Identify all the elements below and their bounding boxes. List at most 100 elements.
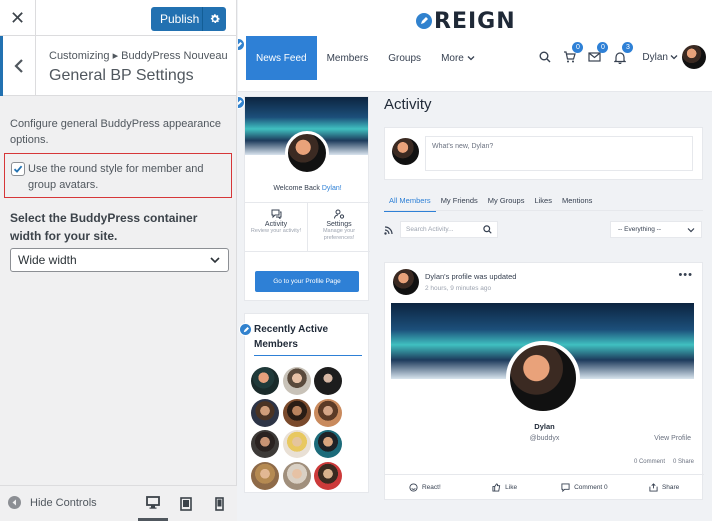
member-avatar[interactable] (282, 461, 311, 490)
breadcrumb-section: BuddyPress Nouveau (121, 50, 228, 62)
tablet-preview-button[interactable] (171, 486, 201, 521)
member-avatar[interactable] (282, 367, 311, 395)
member-avatar[interactable] (251, 461, 279, 490)
activity-item: Dylan's profile was updated 2 hours, 9 m… (384, 262, 704, 500)
desktop-preview-button[interactable] (138, 486, 168, 521)
member-avatar[interactable] (282, 430, 311, 458)
mobile-preview-button[interactable] (204, 486, 234, 521)
settings-link[interactable]: Settings Manage your preferences! (307, 203, 370, 251)
whats-new-input[interactable]: What's new, Dylan? (425, 136, 693, 171)
activity-item-title[interactable]: Dylan's profile was updated (425, 272, 516, 281)
edit-widget-icon[interactable] (239, 323, 252, 336)
title-underline (254, 355, 362, 356)
smile-icon (409, 483, 418, 492)
tabs-divider (384, 210, 703, 211)
member-avatar[interactable] (282, 398, 311, 427)
notifications-count-badge: 3 (622, 42, 634, 53)
like-label: Like (505, 484, 518, 491)
breadcrumb: Customizing ▸ BuddyPress Nouveau (49, 49, 228, 62)
profile-quick-links: Activity Review your activity! Settings … (245, 202, 370, 252)
site-logo[interactable]: REIGN (416, 8, 516, 34)
nav-item-groups[interactable]: Groups (378, 36, 431, 80)
close-icon[interactable]: ✕ (0, 0, 36, 36)
nav-item-members[interactable]: Members (317, 36, 379, 80)
user-menu[interactable]: Dylan (642, 52, 678, 63)
comment-count[interactable]: 0 Comment (634, 459, 665, 465)
avatar[interactable] (682, 45, 706, 69)
site-header: REIGN News Feed Members Groups More 0 0 … (238, 0, 712, 92)
breadcrumb-root: Customizing (49, 50, 110, 62)
member-avatar[interactable] (314, 367, 342, 395)
chevron-left-icon (14, 59, 23, 73)
welcome-message: Welcome Back Dylan! (245, 185, 370, 192)
round-style-option[interactable]: Use the round style for member and group… (4, 153, 232, 198)
react-button[interactable]: React! (385, 475, 465, 500)
nav-item-news-feed[interactable]: News Feed (246, 36, 317, 80)
section-title: General BP Settings (49, 67, 194, 84)
recent-members-grid (251, 367, 342, 490)
view-profile-link[interactable]: View Profile (654, 435, 691, 442)
back-button[interactable] (0, 36, 36, 96)
logo-text: REIGN (434, 8, 516, 34)
member-avatar[interactable] (251, 398, 279, 427)
collapse-icon (8, 496, 21, 509)
member-avatar[interactable] (314, 398, 342, 427)
header-actions: 0 0 3 Dylan (532, 42, 706, 70)
container-width-label: Select the BuddyPress container width fo… (10, 211, 198, 243)
activity-link-sub: Review your activity! (250, 228, 302, 234)
notifications-bell-icon[interactable]: 3 (607, 42, 634, 69)
like-button[interactable]: Like (465, 475, 545, 500)
comments-icon (271, 209, 281, 220)
customizer-footer: Hide Controls (0, 485, 237, 521)
hide-controls-button[interactable]: Hide Controls (8, 496, 97, 509)
edit-nav-icon[interactable] (238, 38, 245, 51)
welcome-name[interactable]: Dylan! (322, 185, 342, 192)
nav-item-more[interactable]: More (431, 36, 485, 80)
chevron-down-icon (687, 228, 695, 233)
activity-filter-select[interactable]: -- Everything -- (610, 221, 702, 238)
filter-value: -- Everything -- (618, 226, 661, 233)
edit-logo-icon[interactable] (416, 13, 432, 29)
member-avatar[interactable] (251, 367, 279, 395)
member-avatar[interactable] (251, 430, 279, 458)
more-options-icon[interactable]: ••• (678, 269, 693, 281)
comment-icon (561, 483, 570, 492)
container-width-select[interactable]: Wide width (10, 248, 229, 272)
avatar[interactable] (393, 269, 419, 295)
avatar[interactable] (285, 131, 329, 175)
container-width-value: Wide width (18, 253, 77, 267)
search-icon[interactable] (532, 45, 557, 69)
rss-icon[interactable] (384, 226, 393, 235)
round-style-checkbox[interactable] (11, 162, 25, 176)
member-name[interactable]: Dylan (385, 422, 704, 431)
activity-counts: 0 Comment 0 Share (634, 459, 694, 465)
member-avatar[interactable] (314, 430, 342, 458)
cart-icon[interactable]: 0 (557, 42, 584, 69)
activity-actions: React! Like Comment 0 Share (385, 474, 704, 500)
avatar[interactable] (506, 341, 580, 415)
post-form: What's new, Dylan? (384, 127, 703, 180)
tablet-icon (180, 496, 192, 511)
user-settings-icon (333, 209, 344, 219)
customizer-header: ✕ Publish (0, 0, 236, 36)
publish-button[interactable]: Publish (151, 7, 226, 31)
messages-icon[interactable]: 0 (582, 42, 609, 69)
main-nav: News Feed Members Groups More (246, 36, 485, 80)
activity-search-input[interactable]: Search Activity... (400, 221, 498, 238)
customizer-panel: ✕ Publish Customizing ▸ BuddyPress Nouve… (0, 0, 237, 521)
comment-button[interactable]: Comment 0 (545, 475, 625, 500)
nav-more-label: More (441, 52, 464, 64)
gear-icon[interactable] (202, 7, 226, 31)
share-count[interactable]: 0 Share (673, 459, 694, 465)
share-button[interactable]: Share (624, 475, 704, 500)
search-placeholder: Search Activity... (406, 226, 454, 233)
share-icon (649, 483, 658, 492)
profile-page-button[interactable]: Go to your Profile Page (255, 271, 359, 292)
activity-item-time[interactable]: 2 hours, 9 minutes ago (425, 285, 491, 292)
recently-active-title: Recently Active Members (254, 324, 329, 350)
search-icon[interactable] (483, 225, 492, 234)
section-description: Configure general BuddyPress appearance … (10, 118, 221, 146)
settings-link-label: Settings (326, 221, 352, 228)
member-avatar[interactable] (314, 461, 342, 490)
activity-link[interactable]: Activity Review your activity! (245, 203, 307, 251)
